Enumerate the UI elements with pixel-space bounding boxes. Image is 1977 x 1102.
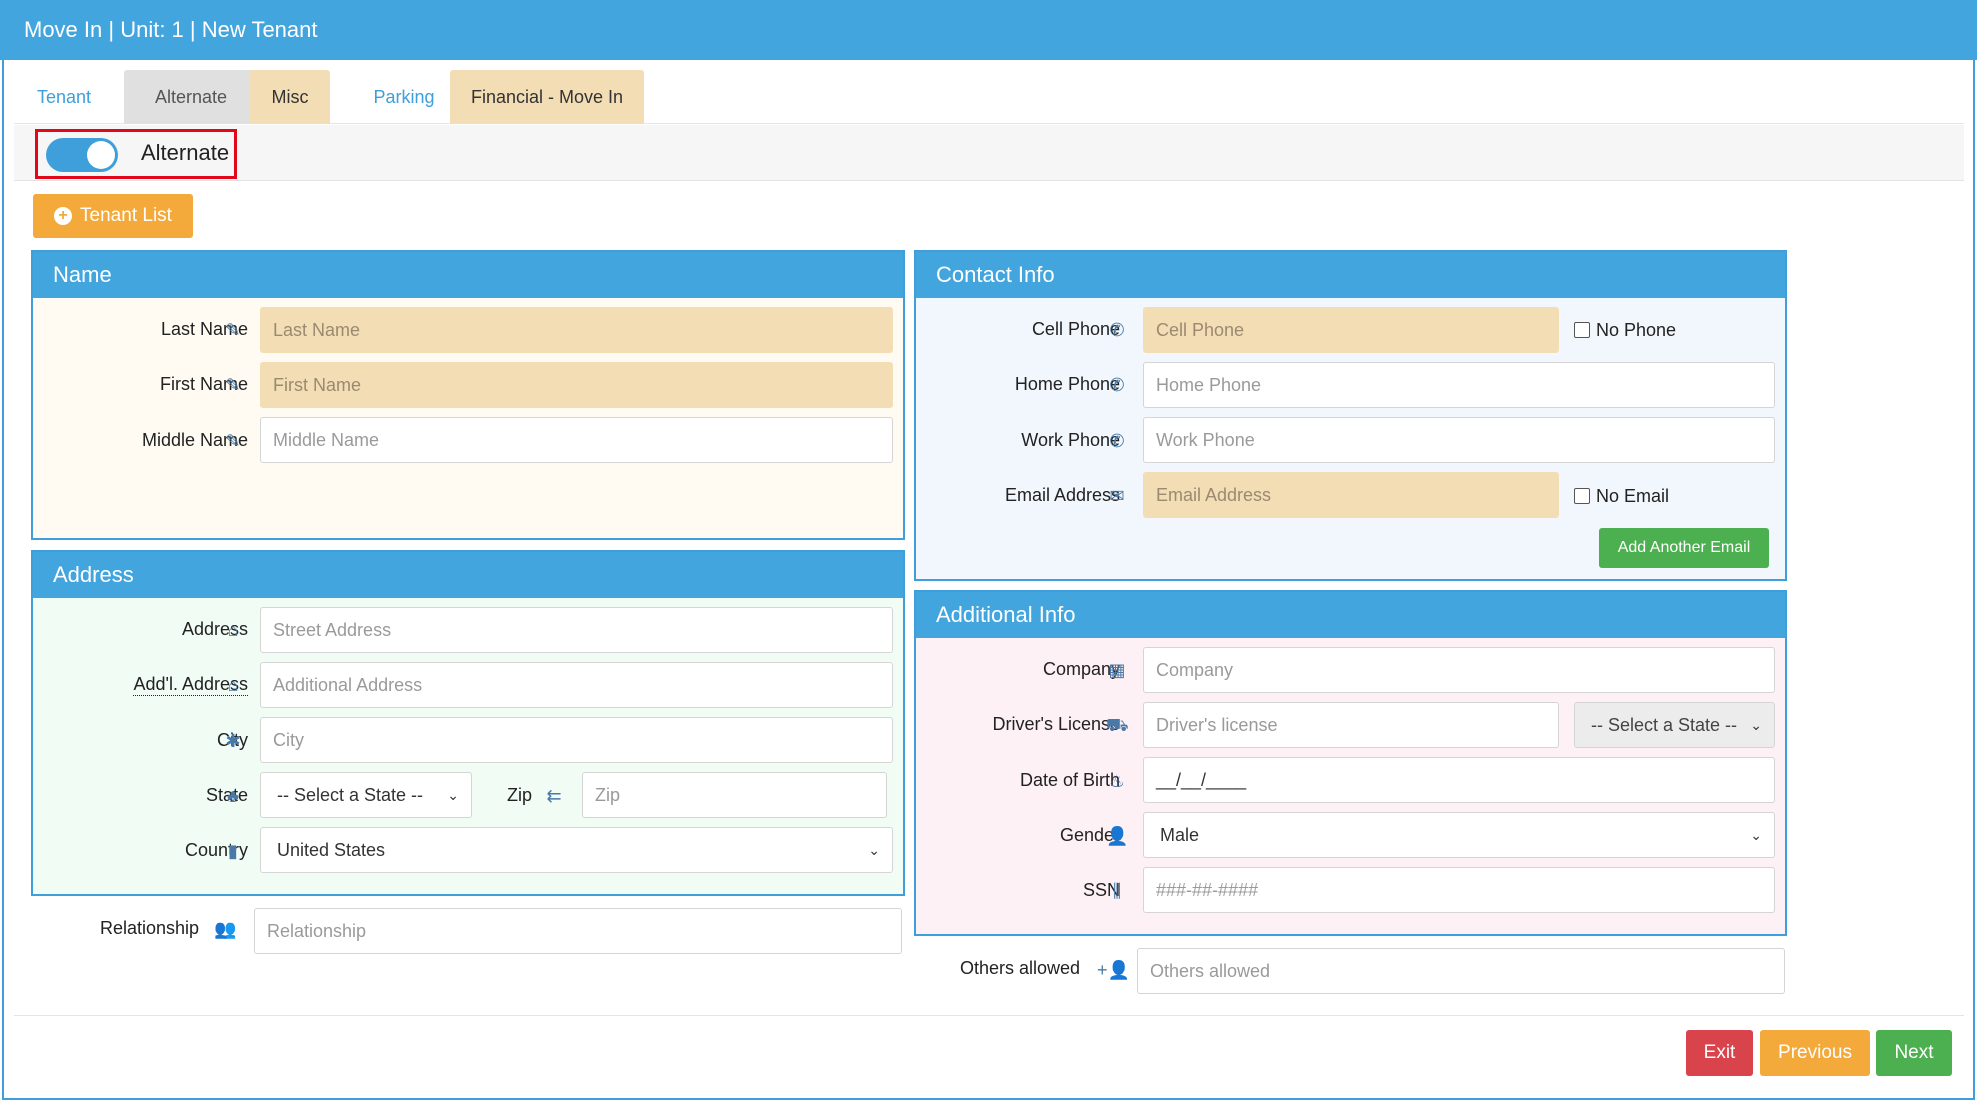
tab-financial-move-in[interactable]: Financial - Move In [450,70,644,124]
home-icon: ⌂ [227,620,239,640]
pencil-icon: ✎ [225,320,241,340]
asterisk-icon: ✱ [225,731,241,751]
name-panel: Name Last Name ✎ First Name ✎ Middle Nam… [31,250,905,540]
users-icon: 👥 [214,919,237,939]
drivers-license-label: Driver's License [992,714,1120,734]
name-panel-title: Name [33,252,903,298]
date-of-birth-label: Date of Birth [1019,770,1120,790]
next-button[interactable]: Next [1876,1030,1952,1076]
chevron-down-icon: ⌄ [868,842,880,858]
additional-address-input[interactable] [260,662,893,708]
additional-info-panel: Additional Info Company ▦ Driver's Licen… [914,590,1787,936]
ssn-input[interactable] [1143,867,1775,913]
license-state-select-value: -- Select a State -- [1591,715,1738,735]
others-allowed-label: Others allowed [960,958,1081,978]
envelope-icon: ✉ [1109,486,1125,506]
phone-icon: ✆ [1109,375,1125,395]
tab-alternate[interactable]: Alternate [124,70,258,124]
date-of-birth-input[interactable]: __/__/____ [1143,757,1775,803]
no-phone-label: No Phone [1596,320,1677,340]
middle-name-input[interactable] [260,417,893,463]
drivers-license-input[interactable] [1143,702,1559,748]
gender-select-value: Male [1160,825,1200,845]
first-name-input[interactable] [260,362,893,408]
last-name-input[interactable] [260,307,893,353]
bookmark-icon: ▮ [228,841,238,861]
tree-icon: ♣ [227,786,239,806]
contact-panel-title: Contact Info [916,252,1785,298]
previous-button[interactable]: Previous [1760,1030,1870,1076]
no-email-checkbox[interactable] [1574,488,1590,504]
city-input[interactable] [260,717,893,763]
cake-icon: ♨ [1108,771,1126,791]
no-email-label: No Email [1596,486,1670,506]
chevron-down-icon: ⌄ [447,787,459,803]
alternate-toggle-label: Alternate [141,140,230,165]
work-phone-input[interactable] [1143,417,1775,463]
tab-misc[interactable]: Misc [250,70,330,124]
address-panel-title: Address [33,552,903,598]
gender-select[interactable]: Male ⌄ [1143,812,1775,858]
country-select[interactable]: United States ⌄ [260,827,893,873]
name-panel-body: Last Name ✎ First Name ✎ Middle Name ✎ [33,298,903,538]
car-icon: ⛟ [1106,715,1129,735]
footer-divider [14,1015,1964,1016]
chevron-down-icon: ⌄ [1750,717,1762,733]
building-icon: ▦ [1108,660,1126,680]
zip-label: Zip [507,785,533,805]
pencil-icon: ✎ [225,431,241,451]
home-phone-label: Home Phone [1014,374,1120,394]
additional-panel-title: Additional Info [916,592,1785,638]
barcode-icon: ⫼ [1112,881,1122,901]
relationship-label: Relationship [100,918,200,938]
no-phone-checkbox[interactable] [1574,322,1590,338]
phone-icon: ✆ [1109,320,1125,340]
state-select[interactable]: -- Select a State -- ⌄ [260,772,472,818]
address-panel-body: Address ⌂ Add'l. Address ⌂ City ✱ State … [33,598,903,894]
others-allowed-input[interactable] [1137,948,1785,994]
home-icon: ⌂ [227,675,239,695]
license-state-select[interactable]: -- Select a State -- ⌄ [1574,702,1775,748]
tenant-list-button[interactable]: + Tenant List [33,194,193,238]
cell-phone-input[interactable] [1143,307,1559,353]
add-another-email-button[interactable]: Add Another Email [1599,528,1769,568]
add-user-icon: +👤 [1097,960,1130,980]
company-input[interactable] [1143,647,1775,693]
reply-all-icon: ⇇ [546,786,562,806]
zip-input[interactable] [582,772,887,818]
phone-icon: ✆ [1109,431,1125,451]
state-select-value: -- Select a State -- [277,785,424,805]
tenant-list-label: Tenant List [80,205,172,226]
email-address-label: Email Address [1004,485,1120,505]
address-panel: Address Address ⌂ Add'l. Address ⌂ City … [31,550,905,896]
window-title: Move In | Unit: 1 | New Tenant [0,0,1977,60]
street-address-input[interactable] [260,607,893,653]
toggle-knob [87,141,115,169]
exit-button[interactable]: Exit [1686,1030,1753,1076]
plus-circle-icon: + [54,207,73,225]
tab-parking[interactable]: Parking [344,70,464,124]
additional-panel-body: Company ▦ Driver's License ⛟ -- Select a… [916,638,1785,934]
alternate-toggle-bar: Alternate [14,125,1964,181]
email-address-input[interactable] [1143,472,1559,518]
pencil-icon: ✎ [225,375,241,395]
alternate-toggle-highlight: Alternate [35,129,237,179]
chevron-down-icon: ⌄ [1750,827,1762,843]
home-phone-input[interactable] [1143,362,1775,408]
tab-tenant[interactable]: Tenant [14,70,114,124]
country-select-value: United States [277,840,386,860]
relationship-input[interactable] [254,908,902,954]
tab-bar: Tenant Alternate Misc Parking Financial … [14,70,1964,124]
alternate-toggle-switch[interactable] [46,138,118,172]
user-icon: 👤 [1106,826,1129,846]
